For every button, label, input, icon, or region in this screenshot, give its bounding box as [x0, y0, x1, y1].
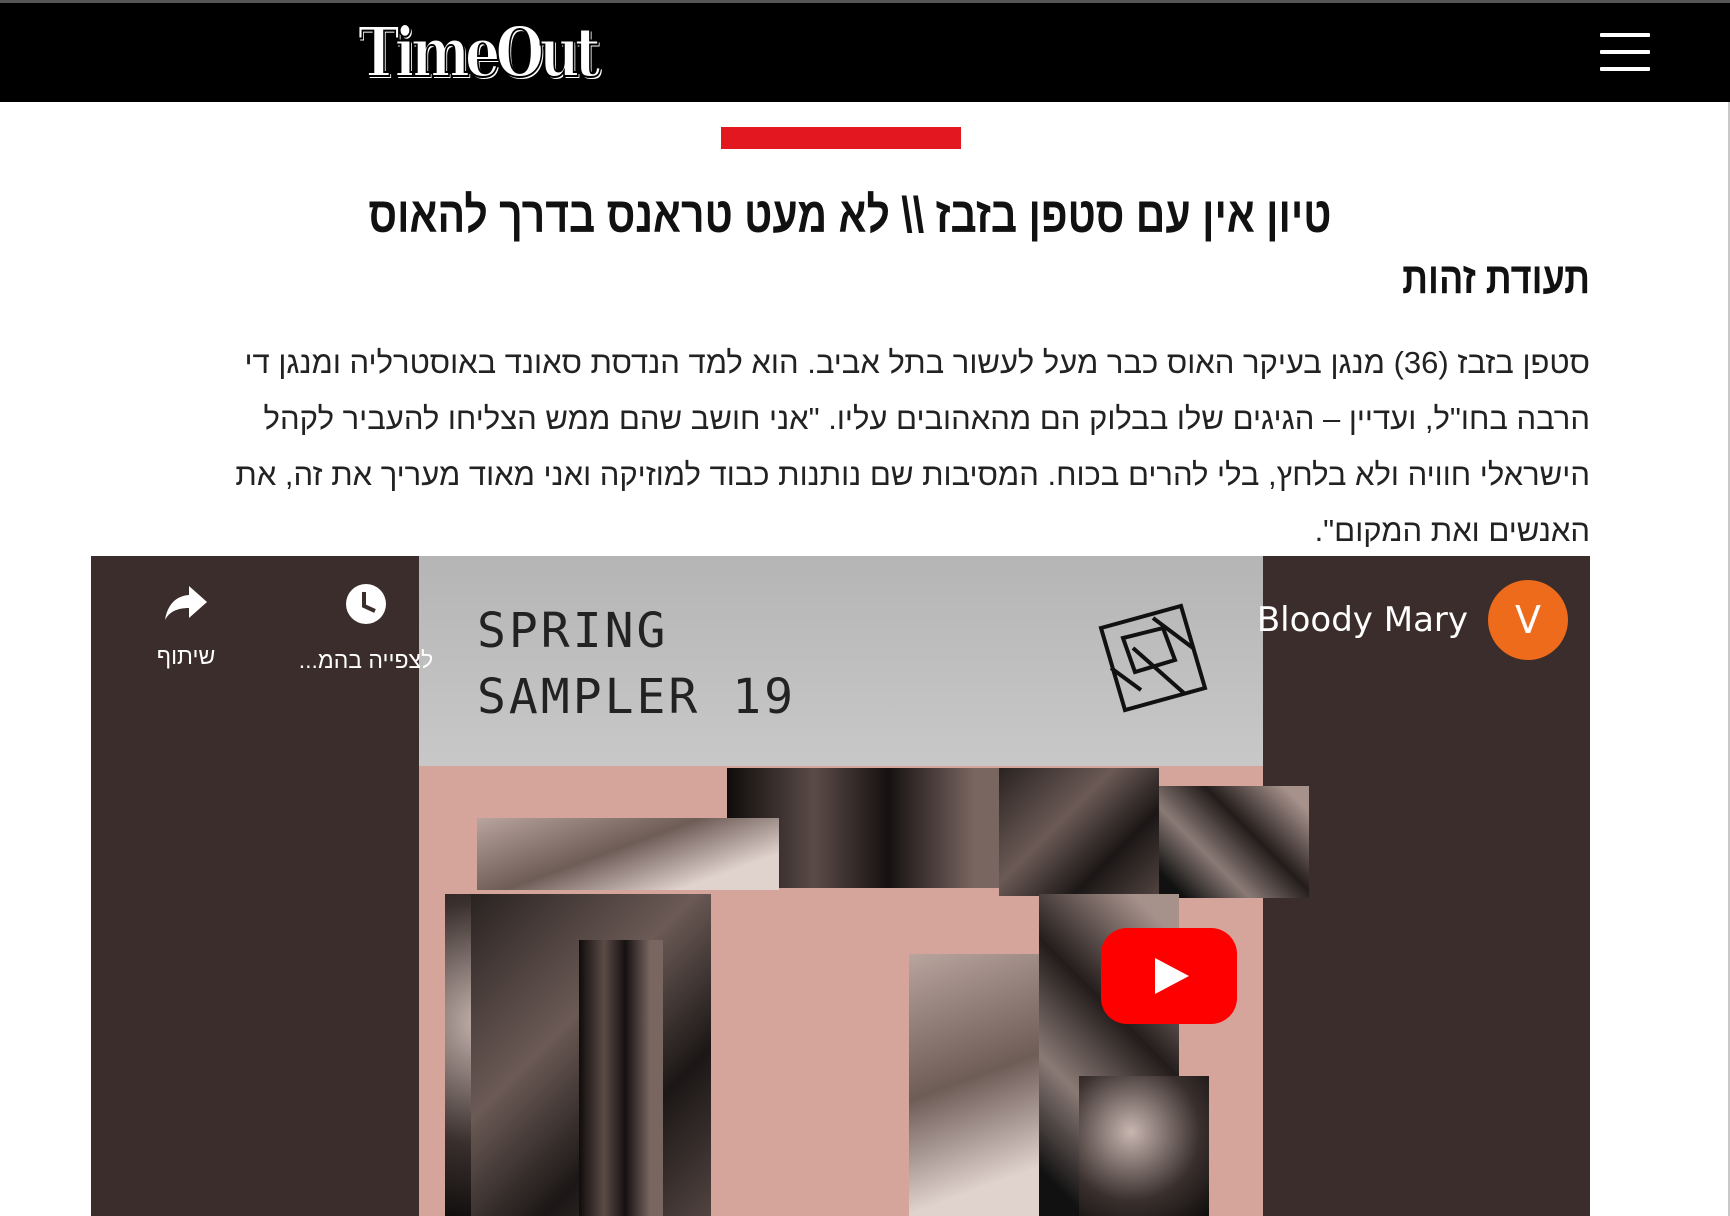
- share-arrow-icon: [165, 586, 207, 620]
- section-heading: תעודת זהות: [1402, 254, 1590, 303]
- share-label: שיתוף: [156, 643, 216, 669]
- hamburger-menu-icon[interactable]: [1600, 31, 1650, 73]
- article-body: סטפן בזבז (36) מנגן בעיקר האוס כבר מעל ל…: [130, 335, 1590, 559]
- accent-bar: [721, 127, 961, 149]
- menu-line: [1600, 67, 1650, 71]
- site-header: TimeOut: [0, 0, 1730, 102]
- channel-info[interactable]: Bloody Mary V: [1257, 580, 1568, 660]
- share-button[interactable]: שיתוף: [131, 582, 241, 670]
- timeout-logo[interactable]: TimeOut: [357, 14, 601, 92]
- channel-name[interactable]: Bloody Mary: [1257, 600, 1468, 640]
- body-line: סטפן בזבז (36) מנגן בעיקר האוס כבר מעל ל…: [244, 345, 1590, 380]
- clock-icon: [346, 584, 386, 624]
- youtube-embed[interactable]: SPRING SAMPLER 19 שיתוף לצפייה בהמ... Bl…: [91, 556, 1590, 1216]
- thumbnail-title-line: SAMPLER 19: [477, 669, 796, 725]
- watch-later-label: לצפייה בהמ...: [298, 647, 434, 673]
- body-line: הרבה בחו"ל, ועדיין – הגיגים שלו בבלוק הם…: [263, 401, 1590, 436]
- menu-line: [1600, 50, 1650, 54]
- thumbnail-title-line: SPRING: [477, 603, 669, 659]
- collage-tile: [1159, 786, 1309, 898]
- menu-line: [1600, 33, 1650, 37]
- thumbnail-title: SPRING SAMPLER 19: [477, 598, 796, 730]
- label-logo-icon: [1098, 603, 1208, 713]
- collage-tile: [579, 940, 663, 1216]
- channel-avatar[interactable]: V: [1488, 580, 1568, 660]
- watch-later-button[interactable]: לצפייה בהמ...: [281, 582, 451, 674]
- video-thumbnail[interactable]: SPRING SAMPLER 19: [419, 556, 1309, 1216]
- body-line: האנשים ואת המקום".: [1314, 513, 1590, 548]
- play-button-icon[interactable]: [1101, 928, 1237, 1024]
- body-line: הישראלי חוויה ולא בלחץ, בלי להרים בכוח. …: [235, 457, 1590, 492]
- collage-tile: [1079, 1076, 1209, 1216]
- collage-tile: [999, 768, 1159, 896]
- collage-tile: [477, 818, 779, 890]
- article-headline: טיון אין עם סטפן בזבז \\ לא מעט טראנס בד…: [368, 187, 1332, 243]
